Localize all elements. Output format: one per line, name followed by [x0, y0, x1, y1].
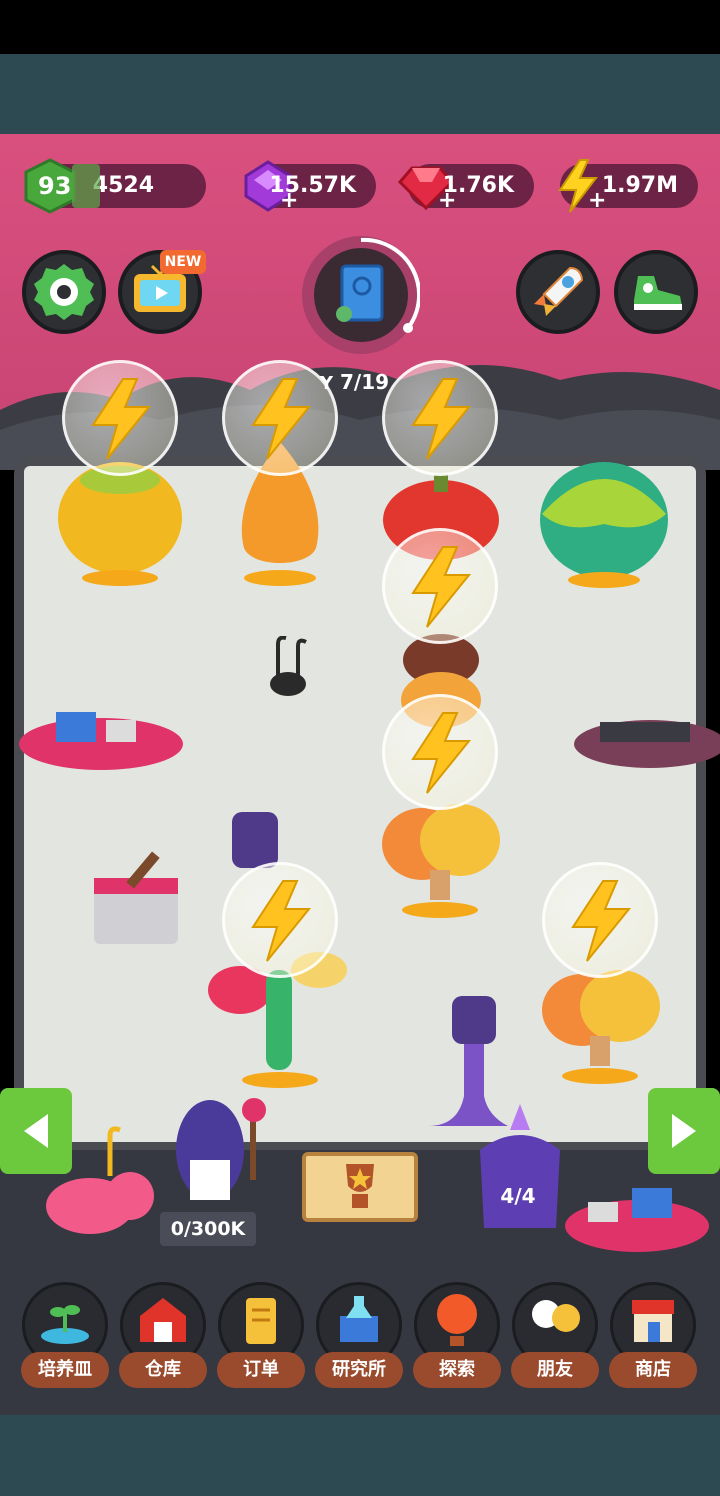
- lightning-icon: [411, 712, 472, 794]
- laboratory-icon: [340, 1296, 378, 1342]
- sneaker-speed-button[interactable]: [614, 250, 698, 334]
- green-sneaker-icon: [634, 276, 682, 310]
- dock-warehouse-button[interactable]: 仓库: [119, 1282, 207, 1392]
- trash-puddle-left[interactable]: [16, 700, 186, 780]
- trash-puddle-right[interactable]: [570, 700, 720, 780]
- purple-crystal-machine[interactable]: [470, 1100, 570, 1240]
- green-sprinkle-plant[interactable]: [534, 454, 674, 590]
- trash-puddle-bottom[interactable]: [562, 1180, 712, 1256]
- dock-petri-dish-button[interactable]: 培养皿: [21, 1282, 109, 1392]
- lightning-icon: [571, 880, 632, 962]
- status-bar: [0, 0, 720, 54]
- sprout-progress-text: 7/19: [340, 370, 390, 394]
- level-value: 93: [38, 172, 72, 200]
- top-decoration-band: [0, 54, 720, 134]
- ice-cream-tree-plant[interactable]: [380, 800, 500, 924]
- pink-slime-umbrella[interactable]: [40, 1126, 156, 1238]
- rocket-boost-button[interactable]: [516, 250, 600, 334]
- dock-label: 研究所: [315, 1352, 403, 1388]
- dock-explore-button[interactable]: 探索: [413, 1282, 501, 1392]
- red-gem-value: 1.76K: [442, 173, 514, 198]
- energy-pill[interactable]: + 1.97M: [558, 159, 698, 213]
- dock-label: 朋友: [511, 1352, 599, 1388]
- right-arrow-icon: [672, 1114, 696, 1148]
- rocket-icon: [534, 266, 584, 316]
- maid-counter: 0/300K: [160, 1212, 256, 1246]
- dock-label: 仓库: [119, 1352, 207, 1388]
- next-field-button[interactable]: [648, 1088, 720, 1174]
- energy-orb[interactable]: [542, 862, 658, 978]
- settings-button[interactable]: [22, 250, 106, 334]
- dock-label: 商店: [609, 1352, 697, 1388]
- hot-air-balloon-icon: [437, 1294, 477, 1346]
- dock-friends-button[interactable]: 朋友: [511, 1282, 599, 1392]
- book-progress-ring: [360, 237, 420, 333]
- maid-monster-character[interactable]: [170, 1090, 280, 1214]
- dock-orders-button[interactable]: 订单: [217, 1282, 305, 1392]
- gear-icon: [34, 264, 94, 320]
- bottom-decoration-band: [0, 1415, 720, 1496]
- new-badge: NEW: [160, 250, 206, 274]
- dock-research-button[interactable]: 研究所: [315, 1282, 403, 1392]
- lightning-icon: [411, 378, 472, 460]
- trophy-sign-button[interactable]: [302, 1152, 418, 1222]
- energy-orb[interactable]: [382, 360, 498, 476]
- ice-cream-tree-plant-2[interactable]: [540, 966, 660, 1090]
- dock-label: 订单: [217, 1352, 305, 1388]
- scroll-order-icon: [246, 1298, 276, 1344]
- black-umbrella-critter[interactable]: [264, 636, 312, 696]
- energy-orb[interactable]: [222, 360, 338, 476]
- lightning-icon: [251, 880, 312, 962]
- lightning-icon: [91, 378, 152, 460]
- lightning-icon: [251, 378, 312, 460]
- collection-book-button[interactable]: [302, 236, 420, 354]
- crystal-counter: 4/4: [500, 1184, 536, 1208]
- trophy-icon: [346, 1164, 374, 1208]
- dock-label: 探索: [413, 1352, 501, 1388]
- paint-bucket-brush[interactable]: [76, 848, 196, 952]
- dock-shop-button[interactable]: 商店: [609, 1282, 697, 1392]
- dock-label: 培养皿: [21, 1352, 109, 1388]
- shop-icon: [632, 1300, 674, 1342]
- red-gem-pill[interactable]: + 1.76K: [398, 164, 534, 212]
- energy-orb[interactable]: [382, 528, 498, 644]
- purple-gem-value: 15.57K: [269, 173, 356, 198]
- energy-orb[interactable]: [382, 694, 498, 810]
- xp-bar-fill: [72, 164, 100, 208]
- energy-orb[interactable]: [222, 862, 338, 978]
- friends-icon: [532, 1300, 580, 1332]
- energy-orb[interactable]: [62, 360, 178, 476]
- barn-icon: [140, 1298, 186, 1342]
- xp-value: 4524: [92, 173, 154, 198]
- petri-dish-sprout-icon: [41, 1305, 89, 1344]
- lightning-icon: [411, 546, 472, 628]
- level-xp-pill[interactable]: 93 4524: [24, 158, 206, 214]
- purple-gem-pill[interactable]: + 15.57K: [244, 160, 376, 212]
- energy-value: 1.97M: [601, 173, 678, 198]
